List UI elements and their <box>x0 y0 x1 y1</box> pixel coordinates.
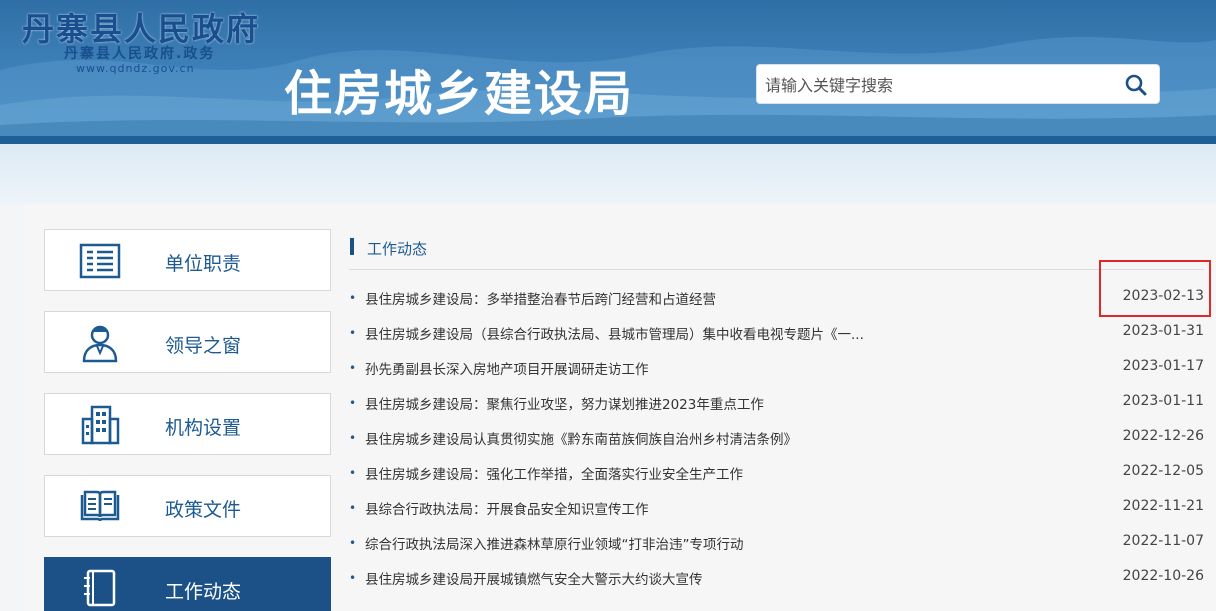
news-title[interactable]: 县住房城乡建设局认真贯彻实施《黔东南苗族侗族自治州乡村清洁条例》 <box>365 428 925 448</box>
sidebar-item-label: 领导之窗 <box>165 335 242 357</box>
news-title[interactable]: 县住房城乡建设局：多举措整治春节后跨门经营和占道经营 <box>365 288 925 308</box>
bullet-icon: • <box>349 361 357 375</box>
bullet-icon: • <box>349 466 357 480</box>
search-box <box>756 64 1160 104</box>
building-icon <box>79 405 121 445</box>
document-list-icon <box>79 241 121 281</box>
news-item[interactable]: • 县住房城乡建设局认真贯彻实施《黔东南苗族侗族自治州乡村清洁条例》 2022-… <box>349 422 1204 457</box>
sidebar-item-work-news[interactable]: 工作动态 <box>44 557 331 611</box>
news-date: 2023-01-31 <box>1122 323 1204 339</box>
news-title[interactable]: 县住房城乡建设局：聚焦行业攻坚，努力谋划推进2023年重点工作 <box>365 393 925 413</box>
news-section: 工作动态 • 县住房城乡建设局：多举措整治春节后跨门经营和占道经营 2023-0… <box>349 204 1204 611</box>
news-date: 2022-11-21 <box>1122 498 1204 514</box>
news-date: 2023-01-11 <box>1122 393 1204 409</box>
sidebar-item-policy-documents[interactable]: 政策文件 <box>44 475 331 537</box>
search-input[interactable] <box>765 71 1105 99</box>
news-item[interactable]: • 县住房城乡建设局开展城镇燃气安全大警示大约谈大宣传 2022-10-26 <box>349 562 1204 597</box>
bullet-icon: • <box>349 396 357 410</box>
news-item[interactable]: • 县住房城乡建设局：聚焦行业攻坚，努力谋划推进2023年重点工作 2023-0… <box>349 387 1204 422</box>
sidebar-item-responsibilities[interactable]: 单位职责 <box>44 229 331 291</box>
bullet-icon: • <box>349 501 357 515</box>
header-banner: 丹寨县人民政府 丹寨县人民政府.政务 www.qdndz.gov.cn 住房城乡… <box>0 0 1216 140</box>
logo-subtitle: 丹寨县人民政府.政务 <box>64 46 216 62</box>
open-book-icon <box>79 487 121 527</box>
sidebar-item-label: 政策文件 <box>165 499 242 521</box>
sidebar-item-organization[interactable]: 机构设置 <box>44 393 331 455</box>
news-date: 2023-02-13 <box>1122 288 1204 304</box>
sidebar-item-label: 机构设置 <box>165 417 242 439</box>
news-date: 2022-10-26 <box>1122 568 1204 584</box>
news-date: 2022-12-26 <box>1122 428 1204 444</box>
sidebar-item-label: 工作动态 <box>165 581 242 603</box>
news-date: 2023-01-17 <box>1122 358 1204 374</box>
sidebar-item-leaders[interactable]: 领导之窗 <box>44 311 331 373</box>
header-shadow <box>0 144 1216 204</box>
person-icon <box>79 323 121 363</box>
search-icon <box>1125 74 1147 96</box>
news-title[interactable]: 综合行政执法局深入推进森林草原行业领域“打非治违”专项行动 <box>365 533 925 553</box>
news-title[interactable]: 孙先勇副县长深入房地产项目开展调研走访工作 <box>365 358 925 378</box>
content-panel: 单位职责 领导之窗 机构设置 政策文件 工作动态 工作动态 • 县住房城乡建设局… <box>24 204 1216 611</box>
bullet-icon: • <box>349 326 357 340</box>
search-button[interactable] <box>1121 71 1151 99</box>
news-title[interactable]: 县住房城乡建设局开展城镇燃气安全大警示大约谈大宣传 <box>365 568 925 588</box>
bullet-icon: • <box>349 431 357 445</box>
news-item[interactable]: • 县住房城乡建设局（县综合行政执法局、县城市管理局）集中收看电视专题片《一..… <box>349 317 1204 352</box>
news-item[interactable]: • 综合行政执法局深入推进森林草原行业领域“打非治违”专项行动 2022-11-… <box>349 527 1204 562</box>
sidebar-item-label: 单位职责 <box>165 253 242 275</box>
bullet-icon: • <box>349 536 357 550</box>
bullet-icon: • <box>349 291 357 305</box>
page-title: 住房城乡建设局 <box>284 66 635 122</box>
news-date: 2022-12-05 <box>1122 463 1204 479</box>
news-item[interactable]: • 县住房城乡建设局：强化工作举措，全面落实行业安全生产工作 2022-12-0… <box>349 457 1204 492</box>
news-title[interactable]: 县综合行政执法局：开展食品安全知识宣传工作 <box>365 498 925 518</box>
logo-url: www.qdndz.gov.cn <box>76 62 195 75</box>
news-title[interactable]: 县住房城乡建设局（县综合行政执法局、县城市管理局）集中收看电视专题片《一... <box>365 323 925 343</box>
notebook-icon <box>79 569 121 609</box>
section-accent-bar <box>350 238 354 255</box>
section-header: 工作动态 <box>349 236 1204 270</box>
news-item[interactable]: • 孙先勇副县长深入房地产项目开展调研走访工作 2023-01-17 <box>349 352 1204 387</box>
news-date: 2022-11-07 <box>1122 533 1204 549</box>
bullet-icon: • <box>349 571 357 585</box>
header-divider <box>0 136 1216 144</box>
section-title: 工作动态 <box>367 240 428 258</box>
news-item[interactable]: • 县综合行政执法局：开展食品安全知识宣传工作 2022-11-21 <box>349 492 1204 527</box>
news-item[interactable]: • 县住房城乡建设局：多举措整治春节后跨门经营和占道经营 2023-02-13 <box>349 282 1204 317</box>
news-title[interactable]: 县住房城乡建设局：强化工作举措，全面落实行业安全生产工作 <box>365 463 925 483</box>
